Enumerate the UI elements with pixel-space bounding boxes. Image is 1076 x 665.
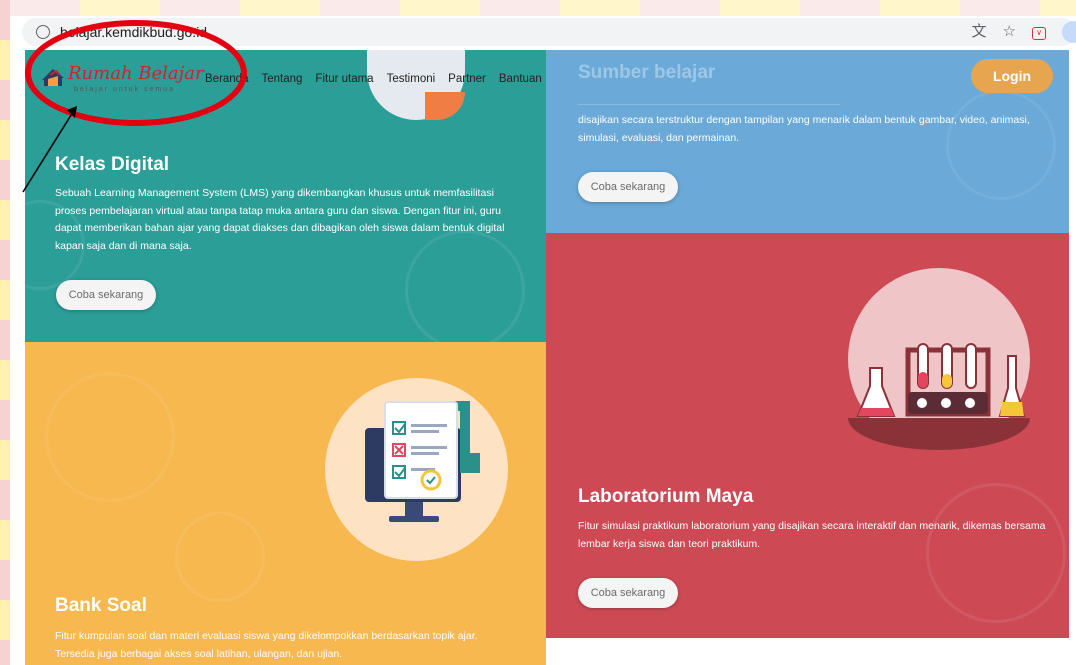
background-pattern [926,483,1066,623]
laboratorium-maya-description: Fitur simulasi praktikum laboratorium ya… [578,520,1046,550]
background-pattern [175,512,265,602]
lab-glassware-icon [856,343,1026,417]
nav-item-testimoni[interactable]: Testimoni [387,73,436,85]
sumber-belajar-faded-line: ————————————————————————— [578,98,841,108]
background-pattern [45,372,175,502]
login-button[interactable]: Login [971,59,1053,93]
star-icon[interactable]: ☆ [1003,22,1016,42]
pocket-icon[interactable]: ∨ [1032,27,1046,40]
nav-item-tentang[interactable]: Tentang [261,73,302,85]
exam-sheet-icon [365,401,480,522]
sumber-belajar-description: disajikan secara terstruktur dengan tamp… [578,114,1030,144]
site-info-icon[interactable] [36,25,50,39]
laboratorium-maya-title: Laboratorium Maya [578,486,754,507]
laboratorium-maya-try-button[interactable]: Coba sekarang [578,578,678,608]
bank-soal-description: Fitur kumpulan soal dan materi evaluasi … [55,630,478,660]
bank-soal-title: Bank Soal [55,595,147,616]
kelas-digital-try-button[interactable]: Coba sekarang [56,280,156,310]
profile-icon[interactable] [1062,21,1076,43]
nav-item-bantuan[interactable]: Bantuan [499,73,542,85]
sumber-belajar-try-button[interactable]: Coba sekarang [578,172,678,202]
page-frame-top [0,0,1076,16]
translate-icon[interactable]: 文 [972,22,987,42]
annotation-arrow-icon [22,106,77,193]
sumber-belajar-title: Sumber belajar [578,62,716,83]
address-bar-icons: 文 ☆ ∨ [972,22,1046,42]
main-nav: Beranda Tentang Fitur utama Testimoni Pa… [205,73,555,85]
nav-item-fitur-utama[interactable]: Fitur utama [315,73,373,85]
nav-item-partner[interactable]: Partner [448,73,486,85]
kelas-digital-description: Sebuah Learning Management System (LMS) … [55,187,505,252]
page-frame-left [0,0,10,665]
